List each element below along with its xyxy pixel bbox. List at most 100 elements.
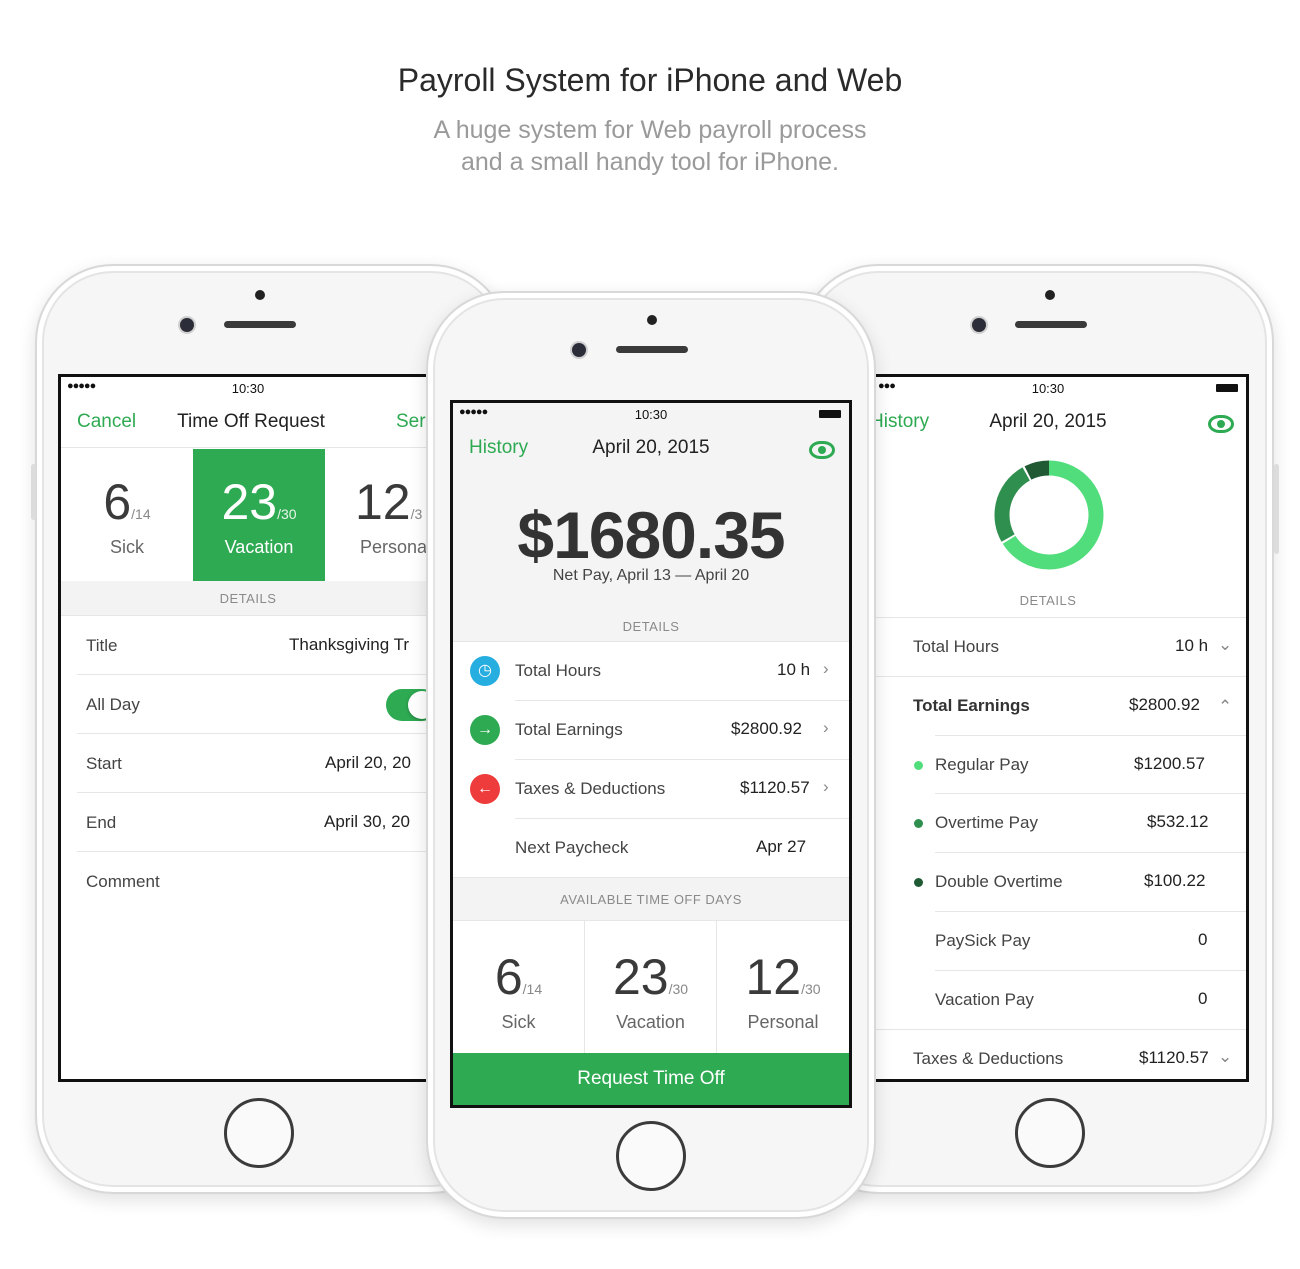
- earnings-donut: [994, 460, 1104, 570]
- net-pay-period: Net Pay, April 13 — April 20: [552, 567, 750, 584]
- sensor-dot: [647, 315, 657, 325]
- next-paycheck-value: Apr 27: [756, 837, 807, 856]
- nav-bar: History April 20, 2015: [453, 425, 849, 471]
- home-button[interactable]: [224, 1098, 294, 1168]
- all-day-label: All Day: [86, 695, 140, 714]
- sick-label: Sick: [501, 1012, 536, 1032]
- front-camera: [972, 318, 986, 332]
- taxes-row[interactable]: ← Taxes & Deductions $1120.57 ⌄: [850, 1030, 1246, 1079]
- overtime-pay-row: Overtime Pay $532.12: [850, 794, 1246, 852]
- title-value: Thanksgiving Tr: [289, 635, 409, 654]
- overtime-pay-value: $532.12: [1147, 812, 1209, 831]
- divider: [61, 615, 435, 616]
- divider: [77, 733, 435, 734]
- vacation-pay-label: Vacation Pay: [935, 990, 1034, 1009]
- paysick-pay-row: PaySick Pay 0: [850, 912, 1246, 970]
- time-off-sick[interactable]: 6/14 Sick: [453, 920, 585, 1054]
- start-row[interactable]: Start April 20, 20: [61, 735, 435, 793]
- time-off-vacation[interactable]: 23/30 Vacation: [585, 920, 717, 1054]
- sensor-dot: [255, 290, 265, 300]
- all-day-row: All Day: [61, 676, 435, 734]
- speaker: [616, 346, 688, 353]
- status-time: 10:30: [634, 407, 668, 422]
- double-overtime-label: Double Overtime: [935, 872, 1063, 891]
- status-bar: ●●● 10:30: [850, 377, 1246, 399]
- taxes-label: Taxes & Deductions: [515, 779, 666, 798]
- sick-count: 6: [494, 949, 523, 1005]
- divider: [61, 447, 435, 448]
- total-earnings-label: Total Earnings: [913, 696, 1030, 715]
- comment-row[interactable]: Comment: [61, 853, 435, 911]
- subtitle-line-1: A huge system for Web payroll process: [433, 116, 867, 144]
- time-off-sick[interactable]: 6/14 Sick: [61, 449, 193, 581]
- available-label: AVAILABLE TIME OFF DAYS: [560, 892, 742, 907]
- title-row[interactable]: Title Thanksgiving Tr: [61, 617, 435, 675]
- details-label: DETAILS: [1019, 593, 1077, 608]
- chevron-down-icon: ⌄: [1218, 1047, 1233, 1066]
- sick-label: Sick: [109, 537, 144, 557]
- taxes-label: Taxes & Deductions: [913, 1049, 1064, 1068]
- right-screen: ●●● 10:30 History April 20, 2015 DETAILS…: [850, 374, 1249, 1082]
- speaker: [224, 321, 296, 328]
- home-button[interactable]: [616, 1121, 686, 1191]
- total-hours-value: 10 h: [1175, 636, 1209, 655]
- overtime-pay-label: Overtime Pay: [935, 813, 1038, 832]
- total-earnings-label: Total Earnings: [515, 720, 623, 739]
- vacation-total: /30: [277, 506, 297, 522]
- available-header: AVAILABLE TIME OFF DAYS: [453, 877, 849, 921]
- title-label: Title: [86, 636, 118, 655]
- request-time-off-button[interactable]: Request Time Off: [453, 1053, 849, 1105]
- status-bar: ●●●●● 10:30: [453, 403, 849, 425]
- divider: [77, 792, 435, 793]
- total-hours-value: 10 h: [777, 660, 811, 679]
- total-earnings-value: $2800.92: [1129, 695, 1200, 714]
- details-label: DETAILS: [622, 619, 680, 634]
- total-hours-row[interactable]: ◷ Total Hours 10 h ›: [453, 642, 849, 700]
- send-button[interactable]: Ser: [396, 411, 426, 433]
- vacation-total: /30: [668, 981, 689, 997]
- side-button: [1274, 464, 1279, 554]
- vacation-label: Vacation: [224, 537, 294, 557]
- vacation-count: 23: [221, 474, 278, 530]
- nav-date: April 20, 2015: [989, 411, 1107, 432]
- battery-icon: [819, 410, 841, 418]
- total-earnings-row[interactable]: → Total Earnings $2800.92 ›: [453, 701, 849, 759]
- personal-count: 12: [745, 949, 802, 1005]
- eye-icon[interactable]: [809, 441, 835, 459]
- page-subtitle: A huge system for Web payroll process an…: [0, 114, 1300, 178]
- nav-date: April 20, 2015: [592, 437, 710, 458]
- end-row[interactable]: End April 30, 20: [61, 794, 435, 852]
- overtime-pay-dot: [914, 819, 923, 828]
- vacation-pay-value: 0: [1198, 989, 1208, 1008]
- side-button: [31, 464, 36, 520]
- total-earnings-row[interactable]: → Total Earnings $2800.92 ⌃: [850, 677, 1246, 735]
- total-hours-row[interactable]: ◷ Total Hours 10 h ⌄: [850, 618, 1246, 676]
- personal-total: /3: [410, 506, 423, 522]
- subtitle-line-2: and a small handy tool for iPhone.: [460, 148, 839, 176]
- nav-bar: History April 20, 2015: [850, 399, 1246, 445]
- speaker: [1015, 321, 1087, 328]
- time-off-vacation[interactable]: 23/30 Vacation: [193, 449, 325, 581]
- chevron-right-icon: ›: [823, 777, 829, 796]
- arrow-left-icon: ←: [470, 774, 500, 804]
- nav-title: Time Off Request: [177, 411, 325, 432]
- vacation-label: Vacation: [616, 1012, 685, 1032]
- status-time: 10:30: [231, 381, 265, 396]
- front-camera: [180, 318, 194, 332]
- chevron-down-icon: ⌄: [1218, 635, 1233, 654]
- status-time: 10:30: [1031, 381, 1065, 396]
- time-off-personal[interactable]: 12/30 Personal: [717, 920, 849, 1054]
- total-earnings-value: $2800.92: [731, 719, 802, 738]
- home-button[interactable]: [1015, 1098, 1085, 1168]
- vacation-count: 23: [612, 949, 669, 1005]
- vacation-pay-row: Vacation Pay 0: [850, 971, 1246, 1029]
- center-screen: ●●●●● 10:30 History April 20, 2015 $1680…: [450, 400, 852, 1108]
- nav-bar: Cancel Time Off Request Ser: [61, 399, 435, 445]
- time-off-personal[interactable]: 12/3 Persona: [325, 449, 435, 581]
- personal-count: 12: [355, 474, 411, 530]
- taxes-value: $1120.57: [1139, 1048, 1209, 1067]
- clock-icon: ◷: [470, 656, 500, 686]
- taxes-row[interactable]: ← Taxes & Deductions $1120.57 ›: [453, 760, 849, 818]
- eye-icon[interactable]: [1208, 415, 1234, 433]
- total-hours-label: Total Hours: [515, 661, 601, 680]
